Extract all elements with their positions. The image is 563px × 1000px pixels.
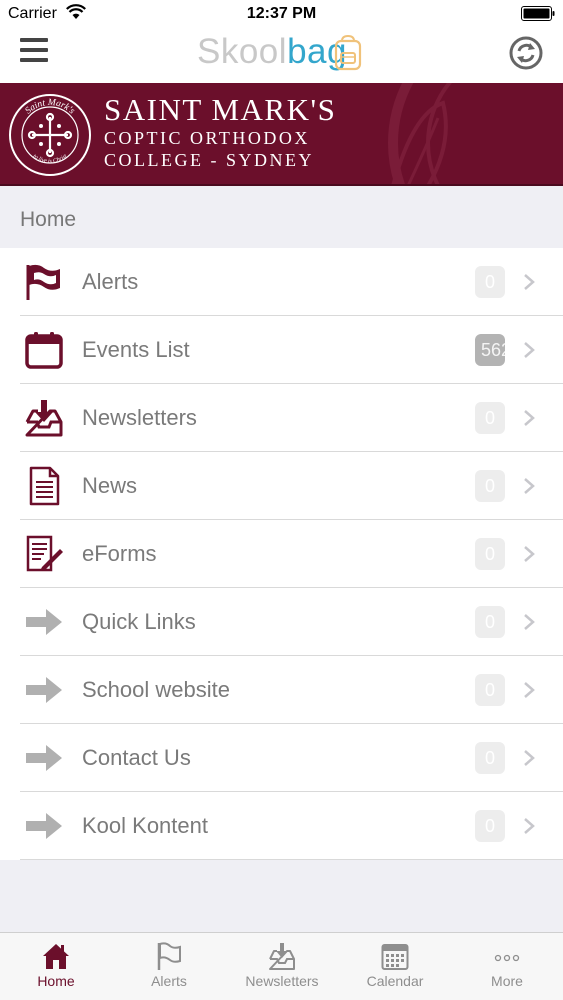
tab-home[interactable]: Home [0, 933, 112, 1000]
flag-icon [157, 942, 181, 970]
banner-school-name: SAINT MARK'S [104, 92, 337, 127]
status-bar: Carrier 12:37 PM [0, 0, 563, 30]
menu-item-school-website[interactable]: School website 0 [0, 656, 563, 724]
ellipsis-icon [494, 954, 520, 962]
battery-icon [521, 6, 555, 21]
app-logo: Skoolbag [197, 32, 347, 72]
menu-item-kool-kontent[interactable]: Kool Kontent 0 [0, 792, 563, 860]
count-badge: 0 [475, 674, 505, 706]
inbox-download-icon [25, 400, 63, 437]
tab-calendar[interactable]: Calendar [339, 933, 451, 1000]
count-badge: 0 [475, 470, 505, 502]
backpack-icon [334, 35, 362, 71]
chevron-right-icon [524, 410, 535, 426]
chevron-right-icon [524, 546, 535, 562]
chevron-right-icon [524, 682, 535, 698]
menu-item-newsletters[interactable]: Newsletters 0 [0, 384, 563, 452]
banner-text: SAINT MARK'S COPTIC ORTHODOX COLLEGE - S… [104, 93, 336, 171]
menu-item-label: News [82, 473, 138, 498]
count-badge: 0 [475, 402, 505, 434]
menu-item-label: Kool Kontent [82, 813, 208, 838]
sync-icon[interactable] [509, 36, 543, 70]
tab-bar: Home Alerts Newsletters Calendar More [0, 932, 563, 1000]
count-badge: 0 [475, 606, 505, 638]
menu-item-news[interactable]: News 0 [0, 452, 563, 520]
menu-item-quick-links[interactable]: Quick Links 0 [0, 588, 563, 656]
menu-item-label: eForms [82, 541, 157, 566]
menu-item-label: Events List [82, 337, 190, 362]
section-title: Home [20, 208, 77, 231]
college-crest-icon: Saint Mark's to live is Christ [9, 94, 91, 176]
arrow-right-icon [26, 813, 62, 839]
menu-item-label: Alerts [82, 269, 139, 294]
banner-subtitle: COPTIC ORTHODOX [104, 128, 310, 148]
menu-item-label: Newsletters [82, 405, 197, 430]
menu-item-eforms[interactable]: eForms 0 [0, 520, 563, 588]
chevron-right-icon [524, 478, 535, 494]
tab-label: Home [37, 973, 75, 989]
count-badge: 0 [475, 266, 505, 298]
chevron-right-icon [524, 614, 535, 630]
calendar-icon [381, 944, 409, 970]
menu-item-label: School website [82, 677, 230, 702]
banner-watermark [388, 83, 452, 184]
inbox-download-icon [269, 943, 295, 970]
flag-icon [26, 264, 60, 300]
arrow-right-icon [26, 677, 62, 703]
count-badge: 0 [475, 810, 505, 842]
home-menu-list: Alerts 0 Events List 562 Newsletters 0 [0, 248, 563, 860]
menu-item-alerts[interactable]: Alerts 0 [0, 248, 563, 316]
tab-label: Newsletters [245, 973, 319, 989]
school-banner: Saint Mark's to live is Christ SAINT MAR… [0, 83, 563, 186]
calendar-icon [25, 332, 63, 369]
form-pen-icon [26, 535, 63, 572]
count-badge: 0 [475, 742, 505, 774]
tab-label: More [491, 973, 523, 989]
chevron-right-icon [524, 818, 535, 834]
chevron-right-icon [524, 274, 535, 290]
banner-location: COLLEGE - SYDNEY [104, 150, 314, 170]
home-icon [43, 944, 69, 969]
arrow-right-icon [26, 609, 62, 635]
tab-label: Alerts [151, 973, 187, 989]
tab-more[interactable]: More [451, 933, 563, 1000]
menu-item-label: Quick Links [82, 609, 196, 634]
document-icon [29, 466, 60, 506]
hamburger-menu-icon[interactable] [20, 38, 48, 64]
arrow-right-icon [26, 745, 62, 771]
section-header: Home [0, 188, 563, 248]
menu-item-contact-us[interactable]: Contact Us 0 [0, 724, 563, 792]
logo-text-skool: Skool [197, 32, 288, 71]
menu-item-events-list[interactable]: Events List 562 [0, 316, 563, 384]
chevron-right-icon [524, 750, 535, 766]
menu-item-label: Contact Us [82, 745, 191, 770]
nav-bar: Skoolbag [0, 30, 563, 83]
count-badge: 0 [475, 538, 505, 570]
chevron-right-icon [524, 342, 535, 358]
tab-label: Calendar [366, 973, 424, 989]
count-badge: 562 [475, 334, 505, 366]
tab-newsletters[interactable]: Newsletters [226, 933, 338, 1000]
tab-alerts[interactable]: Alerts [113, 933, 225, 1000]
status-time: 12:37 PM [246, 5, 317, 22]
